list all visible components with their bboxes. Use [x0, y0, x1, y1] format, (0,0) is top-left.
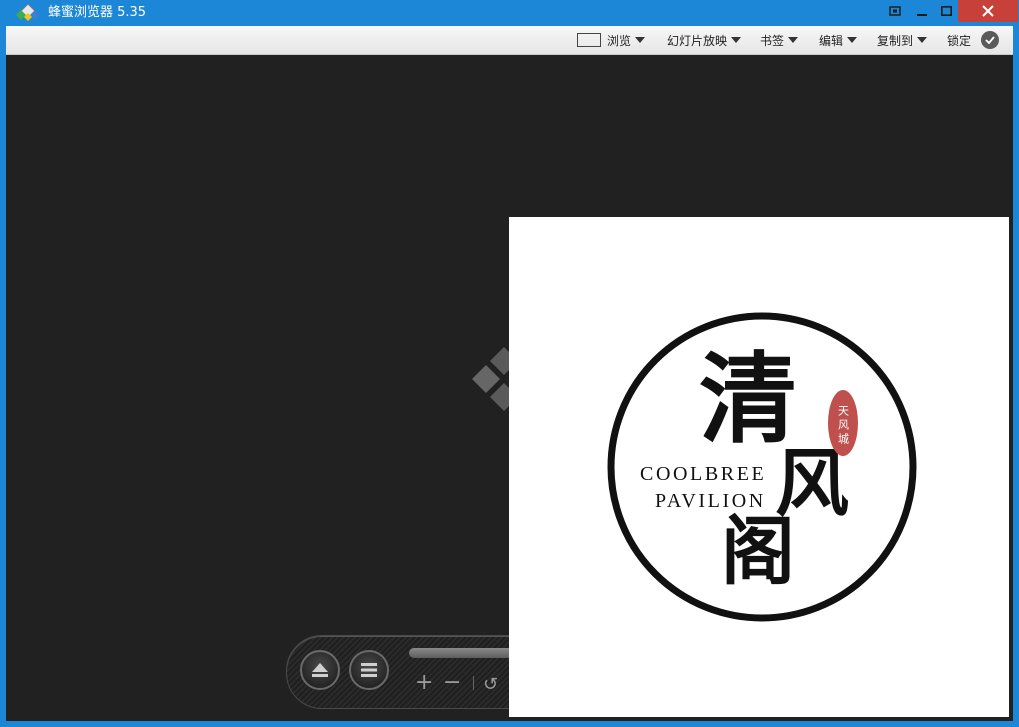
title-bar: 蜂蜜浏览器 5.35: [0, 0, 1019, 26]
edit-menu[interactable]: 编辑: [819, 26, 858, 54]
title-char-qing: 清: [699, 342, 797, 457]
eject-button[interactable]: [300, 650, 340, 690]
bookmark-label: 书签: [760, 33, 785, 48]
menu-icon: [361, 663, 377, 677]
lock-label: 锁定: [947, 33, 972, 48]
fullscreen-icon: [889, 6, 901, 16]
seal-stamp: 天风城: [828, 390, 858, 456]
check-icon: [981, 31, 1000, 49]
coolbree-pavilion-logo: 清 风 阁 COOLBREE PAVILION 天风城: [607, 312, 917, 622]
fullscreen-button[interactable]: [882, 0, 908, 22]
chevron-down-icon: [788, 37, 799, 43]
slideshow-menu[interactable]: 幻灯片放映: [667, 26, 742, 54]
image-viewer[interactable]: + − ↺ 清 风 阁 COOLBREE PAVILION 天风城: [6, 55, 1013, 721]
seal-text: 天风城: [837, 405, 850, 447]
displayed-image: 清 风 阁 COOLBREE PAVILION 天风城: [509, 217, 1009, 717]
rotate-icon[interactable]: ↺: [483, 674, 498, 696]
chevron-down-icon: [917, 37, 928, 43]
bookmark-menu[interactable]: 书签: [760, 26, 799, 54]
browse-menu[interactable]: 浏览: [577, 26, 646, 54]
eject-icon: [312, 663, 328, 677]
app-title: 蜂蜜浏览器 5.35: [48, 5, 147, 20]
chevron-down-icon: [731, 37, 742, 43]
minimize-button[interactable]: [910, 0, 934, 22]
close-icon: [982, 5, 994, 17]
toolbar: 浏览 幻灯片放映 书签 编辑 复制到 锁定: [6, 26, 1013, 55]
divider: [473, 676, 474, 690]
title-char-ge: 阁: [721, 509, 795, 595]
chevron-down-icon: [635, 37, 646, 43]
app-window: 蜂蜜浏览器 5.35 浏览 幻灯片放映 书签 编辑 复制到 锁定 + − ↺ 清…: [0, 0, 1019, 727]
english-name-line-1: COOLBREE: [640, 463, 766, 485]
zoom-in-icon[interactable]: +: [415, 672, 433, 694]
browse-icon: [577, 33, 601, 47]
browse-label: 浏览: [607, 33, 632, 48]
slideshow-label: 幻灯片放映: [667, 33, 728, 48]
chevron-down-icon: [847, 37, 858, 43]
lock-button[interactable]: 锁定: [947, 26, 1000, 54]
maximize-icon: [940, 6, 952, 16]
close-button[interactable]: [958, 0, 1018, 22]
menu-button[interactable]: [349, 650, 389, 690]
copyto-label: 复制到: [877, 33, 914, 48]
copyto-menu[interactable]: 复制到: [877, 26, 928, 54]
app-logo-icon: [16, 4, 40, 21]
zoom-out-icon[interactable]: −: [443, 672, 461, 694]
english-name-line-2: PAVILION: [655, 490, 766, 512]
edit-label: 编辑: [819, 33, 844, 48]
minimize-icon: [917, 14, 927, 16]
maximize-button[interactable]: [934, 0, 958, 22]
